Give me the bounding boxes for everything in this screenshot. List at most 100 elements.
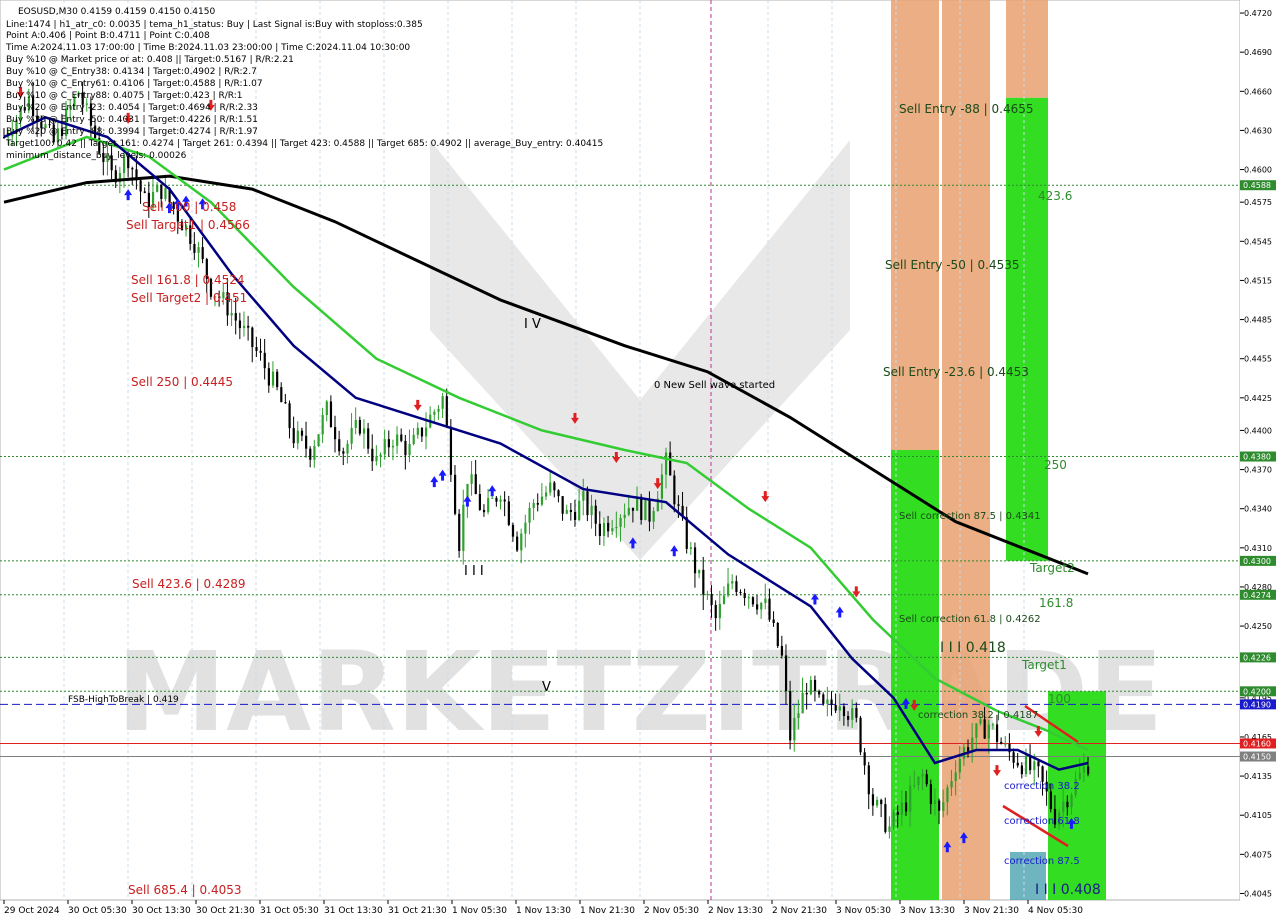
- time-tick-label: 1 Nov 13:30: [516, 906, 571, 916]
- candle-body: [933, 800, 937, 805]
- candle-body: [1004, 743, 1007, 745]
- fsb-label: FSB-HighToBreak | 0.419: [68, 695, 179, 705]
- candle-body: [367, 428, 370, 449]
- candle-body: [267, 368, 270, 386]
- candle-body: [569, 509, 573, 513]
- candle-body: [735, 581, 738, 592]
- time-tick-label: 31 Oct 21:30: [388, 906, 447, 916]
- candle-body: [238, 320, 242, 329]
- candle-body: [445, 396, 448, 427]
- candle-body: [582, 491, 585, 501]
- candle-body: [880, 799, 883, 805]
- candle-body: [896, 811, 899, 815]
- candle-body: [830, 699, 833, 706]
- candle-body: [834, 705, 837, 711]
- header-line-12: minimum_distance_buy_levels: 0.00026: [6, 151, 187, 161]
- candle-body: [822, 694, 825, 704]
- price-tick-label: 0.4575: [1244, 198, 1272, 207]
- candle-body: [520, 533, 523, 551]
- candle-body: [743, 593, 746, 599]
- correction-38-label: correction 38.2: [1004, 781, 1080, 792]
- sell-entry-50-label: Sell Entry -50 | 0.4535: [885, 258, 1019, 272]
- candle-body: [358, 419, 362, 434]
- candle-body: [714, 604, 717, 619]
- candle-body: [536, 502, 539, 505]
- candle-body: [1033, 761, 1036, 771]
- candle-body: [838, 706, 841, 711]
- price-tick-label: 0.4105: [1244, 811, 1272, 820]
- candle-body: [280, 387, 283, 403]
- candle-body: [913, 784, 916, 786]
- candle-body: [404, 440, 407, 456]
- time-tick-label: 4 Nov 05:30: [1028, 906, 1083, 916]
- time-tick-label: 29 Oct 2024: [4, 906, 60, 916]
- candle-body: [317, 434, 320, 447]
- candle-body: [379, 454, 382, 457]
- candle-body: [706, 593, 709, 595]
- candle-body: [809, 679, 812, 695]
- time-tick-label: 3 Nov 21:30: [964, 906, 1019, 916]
- candle-body: [487, 498, 490, 513]
- new-wave-label: 0 New Sell wave started: [654, 380, 775, 391]
- candle-body: [677, 504, 680, 506]
- candle-body: [387, 439, 390, 448]
- candle-body: [565, 509, 568, 514]
- candle-body: [847, 716, 850, 720]
- candle-body: [739, 591, 742, 594]
- price-tick-label: 0.4485: [1244, 316, 1272, 325]
- candle-body: [627, 507, 630, 515]
- candle-body: [768, 598, 771, 620]
- candle-body: [594, 505, 597, 524]
- candle-body: [1024, 755, 1028, 775]
- sell-correction-87-label: Sell correction 87.5 | 0.4341: [899, 511, 1041, 522]
- candle-body: [776, 622, 779, 647]
- price-tick-label: 0.4720: [1244, 9, 1272, 18]
- price-level-badge-label: 0.4274: [1243, 591, 1271, 600]
- header-line-6: Buy %10 @ C_Entry61: 0.4106 | Target:0.4…: [6, 79, 263, 89]
- candle-body: [1070, 795, 1073, 808]
- candle-body: [309, 448, 312, 460]
- candle-body: [607, 522, 610, 532]
- candle-body: [433, 411, 436, 415]
- candle-body: [660, 474, 664, 499]
- candle-body: [396, 434, 399, 446]
- candle-body: [640, 496, 643, 521]
- candle-body: [482, 509, 486, 513]
- candle-body: [1062, 801, 1065, 813]
- price-tick-label: 0.4370: [1244, 466, 1272, 475]
- candle-body: [685, 517, 688, 549]
- candle-body: [350, 427, 353, 444]
- candle-body: [412, 434, 415, 445]
- candle-body: [987, 724, 990, 739]
- candle-body: [313, 446, 316, 460]
- candle-body: [727, 583, 730, 596]
- header-line-1: Line:1474 | h1_atr_c0: 0.0035 | tema_h1_…: [6, 20, 423, 30]
- candle-body: [950, 780, 953, 788]
- candle-body: [991, 724, 995, 726]
- sell-correction-38-label: correction 38.2 | 0.4187: [918, 710, 1038, 721]
- candle-body: [747, 597, 750, 599]
- wave-iv-label: I V: [524, 317, 541, 332]
- correction-87-label: correction 87.5: [1004, 856, 1080, 867]
- candle-body: [909, 785, 912, 812]
- time-tick-label: 30 Oct 21:30: [196, 906, 255, 916]
- candle-body: [292, 428, 295, 444]
- candle-body: [904, 802, 908, 812]
- candle-body: [143, 191, 146, 193]
- candle-body: [416, 427, 419, 435]
- candle-body: [420, 427, 424, 437]
- candle-body: [689, 547, 693, 549]
- header-line-0: EOSUSD,M30 0.4159 0.4159 0.4150 0.4150: [18, 7, 215, 17]
- candle-body: [333, 427, 337, 440]
- time-tick-label: 2 Nov 05:30: [644, 906, 699, 916]
- price-tick-label: 0.4075: [1244, 850, 1272, 859]
- candle-body: [491, 497, 494, 499]
- candle-body: [784, 655, 788, 692]
- candle-body: [230, 313, 233, 316]
- wave-iii-label: I I I: [464, 564, 484, 579]
- price-level-badge-label: 0.4380: [1243, 453, 1271, 462]
- candle-body: [524, 522, 527, 534]
- candle-body: [718, 603, 721, 619]
- candle-body: [271, 371, 275, 386]
- price-chart[interactable]: MARKETZITRADE EOSUSD,M30 0.4159 0.4159 0…: [0, 0, 1280, 920]
